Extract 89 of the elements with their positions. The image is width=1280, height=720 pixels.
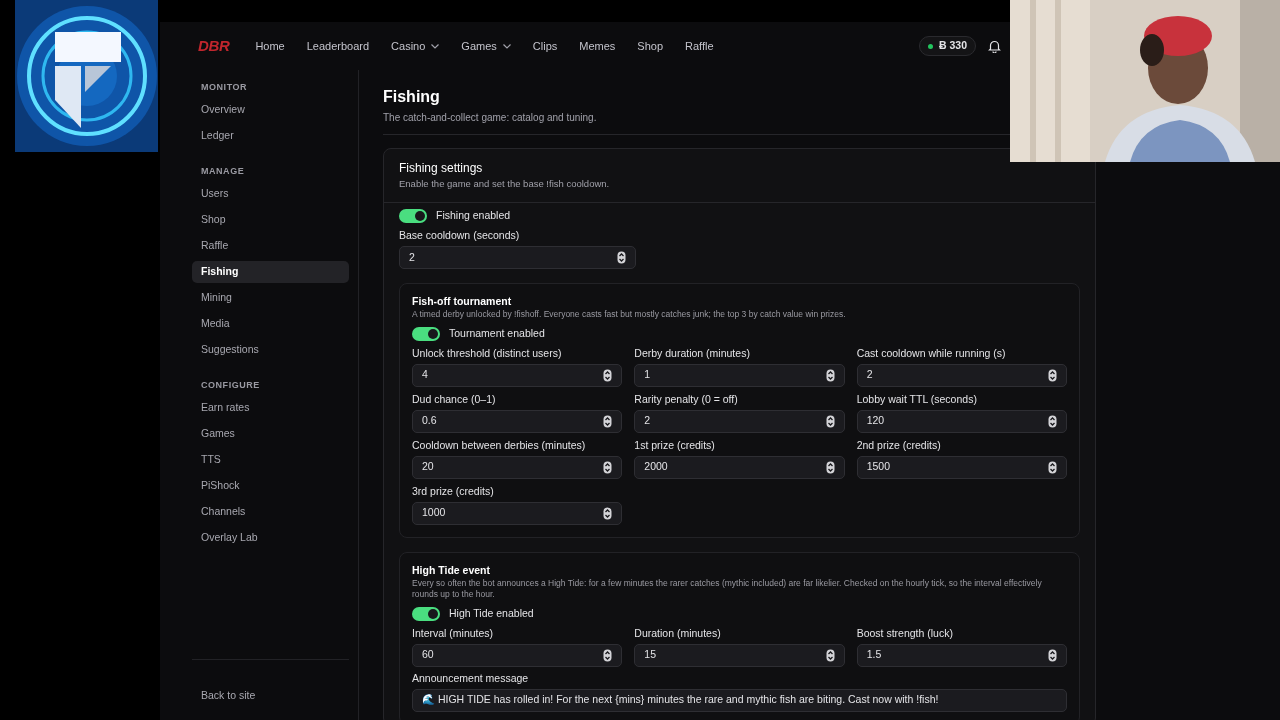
toggle-switch[interactable]: [412, 606, 440, 621]
sidebar-item[interactable]: PiShock: [192, 475, 349, 497]
toggle-label: Tournament enabled: [449, 326, 545, 341]
field-label: Lobby wait TTL (seconds): [856, 392, 978, 406]
field-label: Interval (minutes): [412, 626, 495, 640]
field-label: 1st prize (credits): [634, 438, 716, 452]
toggle-switch[interactable]: [412, 326, 440, 341]
number-field[interactable]: 60: [412, 643, 623, 667]
subsection-title: Fish-off tournament: [412, 295, 513, 308]
stepper-icon[interactable]: [603, 368, 613, 382]
number-field[interactable]: 2: [399, 246, 636, 269]
field-label: Derby duration (minutes): [634, 346, 751, 360]
stepper-icon[interactable]: [825, 368, 835, 382]
field-label: 3rd prize (credits): [412, 484, 495, 498]
stepper-icon[interactable]: [1048, 368, 1057, 382]
number-field[interactable]: 1000: [412, 501, 623, 525]
sidebar-item[interactable]: Channels: [192, 501, 349, 523]
stepper-icon[interactable]: [603, 414, 613, 428]
section-heading: MONITOR: [200, 81, 249, 94]
stepper-icon[interactable]: [825, 414, 835, 428]
nav-link[interactable]: Memes: [579, 37, 616, 55]
nav-link[interactable]: Raffle: [685, 37, 714, 55]
field-label: Boost strength (luck): [856, 626, 954, 640]
stepper-icon[interactable]: [1048, 648, 1057, 662]
card-title: Fishing settings: [399, 161, 484, 176]
sidebar-item[interactable]: Fishing: [192, 261, 349, 283]
section-heading: CONFIGURE: [200, 379, 261, 392]
sidebar-item[interactable]: Games: [192, 423, 349, 445]
page-title: Fishing: [383, 87, 441, 107]
field-label: 2nd prize (credits): [856, 438, 942, 452]
number-field[interactable]: 15: [634, 643, 845, 667]
sidebar-item[interactable]: Mining: [192, 287, 349, 309]
stepper-icon[interactable]: [603, 506, 613, 520]
field-label: Cooldown between derbies (minutes): [412, 438, 587, 452]
toggle-switch[interactable]: [399, 209, 427, 224]
stepper-icon[interactable]: [617, 251, 626, 264]
subsection-title: High Tide event: [412, 563, 491, 577]
sidebar-item[interactable]: Shop: [192, 209, 349, 231]
field-label: Rarity penalty (0 = off): [634, 392, 739, 406]
stepper-icon[interactable]: [603, 460, 613, 474]
nav-link[interactable]: Home: [255, 37, 285, 55]
nav-link[interactable]: Games: [461, 37, 511, 55]
stepper-icon[interactable]: [825, 460, 835, 474]
page-subtitle: The catch-and-collect game: catalog and tuning.: [383, 111, 598, 125]
toggle-label: High Tide enabled: [449, 605, 534, 621]
sidebar-item[interactable]: Media: [192, 313, 349, 335]
subsection-description: A timed derby unlocked by !fishoff. Everyone casts fast but mostly catches junk; the top 3 by catch value win prizes.: [412, 309, 847, 320]
chevron-down-icon: [431, 43, 440, 49]
bell-icon[interactable]: [988, 39, 1001, 53]
sidebar-item[interactable]: Overlay Lab: [192, 527, 349, 549]
section-heading: MANAGE: [200, 165, 246, 178]
sidebar-item[interactable]: Overview: [192, 99, 349, 121]
sidebar-item[interactable]: Ledger: [192, 125, 349, 147]
sidebar-item[interactable]: Earn rates: [192, 397, 349, 419]
subsection-description: Every so often the bot announces a High Tide: for a few minutes the rarer catches (mythic included) are far likelier. Checked on the hourly tick, so the interval effectively rounds up to the hour.: [412, 577, 1043, 600]
nav-link[interactable]: Casino: [391, 37, 440, 55]
number-field[interactable]: 2: [856, 363, 1067, 387]
field-label: Base cooldown (seconds): [399, 229, 521, 242]
sidebar-item[interactable]: Suggestions: [192, 339, 349, 361]
number-field[interactable]: 2: [634, 409, 845, 433]
field-label: Duration (minutes): [634, 626, 722, 640]
sidebar-item[interactable]: Users: [192, 183, 349, 205]
nav-link[interactable]: Leaderboard: [306, 37, 370, 55]
nav-link[interactable]: Clips: [532, 37, 558, 55]
toggle-label: Fishing enabled: [436, 208, 511, 224]
stepper-icon[interactable]: [1048, 460, 1057, 474]
chevron-down-icon: [502, 43, 511, 49]
field-label: Announcement message: [412, 671, 530, 685]
stepper-icon[interactable]: [603, 648, 613, 662]
number-field[interactable]: 2000: [634, 455, 845, 479]
number-field[interactable]: 4: [412, 363, 623, 387]
back-link[interactable]: Back to site: [192, 689, 256, 701]
nav-link[interactable]: Shop: [637, 37, 664, 55]
field-label: Unlock threshold (distinct users): [412, 346, 563, 360]
number-field[interactable]: 1: [634, 363, 845, 387]
number-field[interactable]: 20: [412, 455, 623, 479]
number-field[interactable]: 120: [856, 409, 1067, 433]
stepper-icon[interactable]: [825, 648, 835, 662]
field-label: Cast cooldown while running (s): [856, 346, 1007, 360]
message-field[interactable]: 🌊 HIGH TIDE has rolled in! For the next {mins} minutes the rare and mythic fish are biting. Cast now with !fish!: [412, 688, 1067, 712]
number-field[interactable]: 1500: [856, 455, 1067, 479]
card-description: Enable the game and set the base !fish cooldown.: [399, 177, 611, 191]
number-field[interactable]: 0.6: [412, 409, 623, 433]
sidebar-item[interactable]: TTS: [192, 449, 349, 471]
number-field[interactable]: 1.5: [856, 643, 1067, 667]
sidebar-item[interactable]: Raffle: [192, 235, 349, 257]
stepper-icon[interactable]: [1048, 414, 1057, 428]
balance-pill[interactable]: Ƀ 330: [918, 36, 976, 56]
field-label: Dud chance (0–1): [412, 392, 497, 406]
